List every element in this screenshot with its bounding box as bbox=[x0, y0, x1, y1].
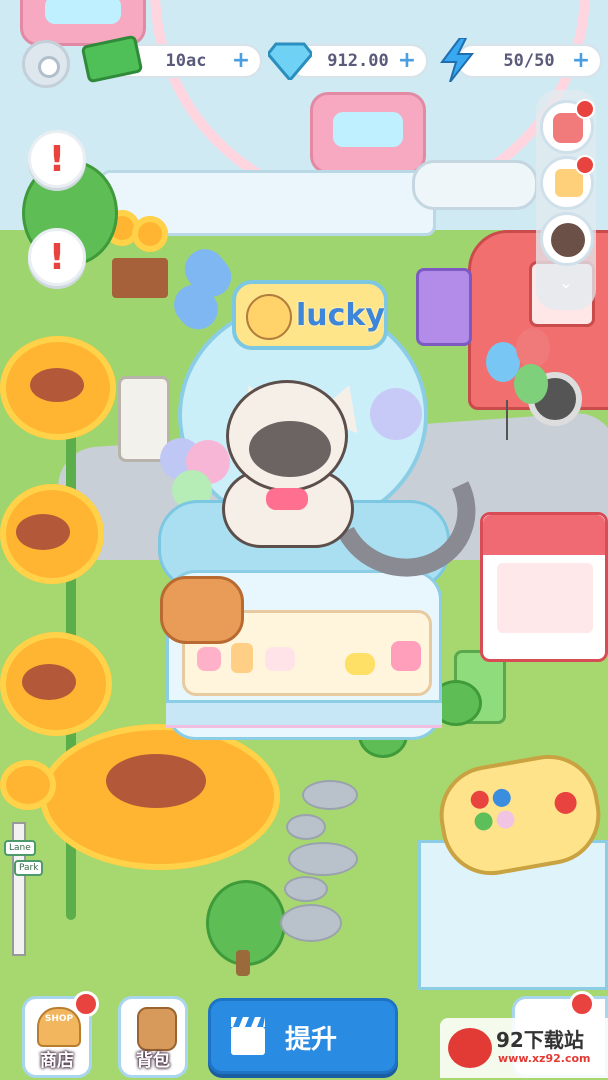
game-scene[interactable]: lucky Lane Park 10ac + 912.00 + 50/50 + … bbox=[0, 0, 608, 1080]
stepping-stone bbox=[286, 814, 326, 840]
grape-drink-cup bbox=[416, 268, 472, 346]
watermark-url: www.xz92.com bbox=[498, 1052, 591, 1065]
balloon bbox=[516, 328, 550, 368]
upgrade-label: 提升 bbox=[285, 1025, 338, 1055]
side-puzzle-button[interactable] bbox=[540, 155, 595, 210]
alert-bubble-2[interactable]: ! bbox=[28, 228, 86, 286]
shop-button[interactable]: SHOP 商店 bbox=[22, 991, 99, 1078]
signpost: Lane Park bbox=[4, 822, 50, 956]
chevron-down-icon[interactable]: ⌄ bbox=[556, 275, 576, 291]
cat-bow-tie bbox=[266, 488, 308, 510]
add-cash-button[interactable]: + bbox=[230, 50, 252, 72]
add-energy-button[interactable]: + bbox=[570, 50, 592, 72]
balloon bbox=[514, 364, 548, 404]
backpack-icon bbox=[137, 1007, 177, 1051]
stepping-stone bbox=[288, 842, 358, 876]
energy-counter: 50/50 + bbox=[456, 44, 602, 78]
upgrade-button[interactable]: 提升 bbox=[208, 998, 398, 1074]
ferris-pod bbox=[310, 92, 426, 174]
cash-value: 10ac bbox=[165, 51, 207, 71]
lucky-sign: lucky bbox=[232, 280, 388, 350]
stepping-stone bbox=[280, 904, 342, 942]
sunflower bbox=[0, 632, 116, 736]
side-event-button-1[interactable] bbox=[540, 99, 595, 154]
add-diamond-button[interactable]: + bbox=[396, 50, 418, 72]
siamese-cat[interactable] bbox=[226, 380, 348, 492]
energy-value: 50/50 bbox=[503, 51, 555, 71]
tree-trunk bbox=[236, 950, 250, 976]
watermark-title: 92下载站 bbox=[496, 1028, 584, 1052]
bear-plate-icon bbox=[160, 576, 244, 644]
shop-notification-badge bbox=[73, 991, 99, 1017]
stepping-stone bbox=[284, 876, 328, 902]
bag-label: 背包 bbox=[136, 1051, 170, 1071]
railing bbox=[412, 160, 538, 210]
shop-icon: SHOP bbox=[37, 1007, 81, 1047]
lightning-icon bbox=[440, 37, 475, 83]
menu-notification-badge bbox=[569, 991, 595, 1017]
cat-face-icon bbox=[246, 294, 292, 340]
side-character-button[interactable] bbox=[540, 212, 594, 266]
small-sunflower bbox=[0, 760, 56, 810]
watermark-logo bbox=[448, 1028, 492, 1068]
bag-button[interactable]: 背包 bbox=[118, 996, 188, 1078]
balloon-string bbox=[506, 400, 508, 440]
decor-ball bbox=[370, 388, 422, 440]
site-watermark: 92下载站 www.xz92.com bbox=[440, 1018, 608, 1078]
sunflower bbox=[0, 484, 110, 584]
cake-stripe bbox=[166, 700, 442, 728]
alert-bubble-1[interactable]: ! bbox=[28, 130, 86, 188]
lucky-sign-label: lucky bbox=[296, 298, 385, 333]
sunflower bbox=[0, 336, 120, 446]
milk-stand[interactable] bbox=[480, 512, 608, 662]
settings-gear-icon[interactable] bbox=[22, 40, 70, 88]
clapperboard-icon bbox=[229, 1015, 267, 1057]
shop-label: 商店 bbox=[40, 1051, 74, 1071]
diamond-value: 912.00 bbox=[327, 51, 389, 71]
diamond-icon bbox=[266, 40, 314, 83]
stepping-stone bbox=[302, 780, 358, 810]
